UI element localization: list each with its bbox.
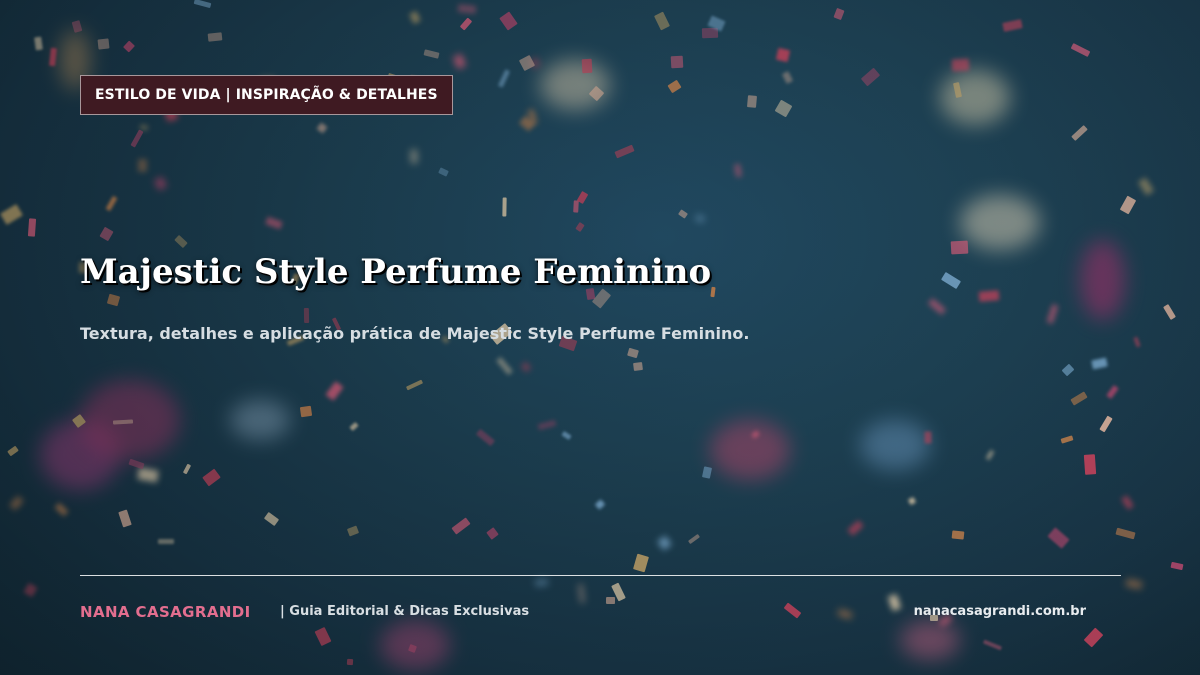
brand-name[interactable]: NANA CASAGRANDI bbox=[80, 602, 251, 622]
site-url-link[interactable]: nanacasagrandi.com.br bbox=[914, 603, 1086, 621]
footer-divider bbox=[80, 575, 1121, 576]
brand-tagline: | Guia Editorial & Dicas Exclusivas bbox=[280, 604, 530, 619]
page-subtitle: Textura, detalhes e aplicação prática de… bbox=[80, 324, 750, 343]
category-badge[interactable]: ESTILO DE VIDA | INSPIRAÇÃO & DETALHES bbox=[80, 75, 453, 115]
page-title: Majestic Style Perfume Feminino bbox=[80, 252, 712, 292]
